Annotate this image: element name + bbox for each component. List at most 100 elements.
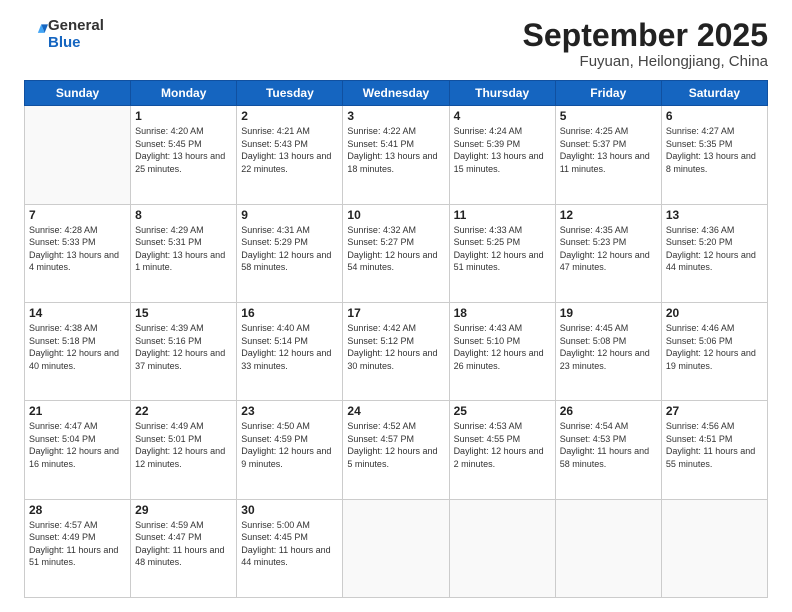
day-number: 24 <box>347 404 444 418</box>
day-info: Sunrise: 4:36 AM Sunset: 5:20 PM Dayligh… <box>666 224 763 274</box>
calendar-cell: 22 Sunrise: 4:49 AM Sunset: 5:01 PM Dayli… <box>131 401 237 499</box>
calendar-cell: 28Sunrise: 4:57 AM Sunset: 4:49 PM Dayli… <box>25 499 131 597</box>
day-info: Sunrise: 4:40 AM Sunset: 5:14 PM Dayligh… <box>241 322 338 372</box>
week-row-5: 28Sunrise: 4:57 AM Sunset: 4:49 PM Dayli… <box>25 499 768 597</box>
calendar-cell: 24 Sunrise: 4:52 AM Sunset: 4:57 PM Dayli… <box>343 401 449 499</box>
calendar-cell: 9 Sunrise: 4:31 AM Sunset: 5:29 PM Daylig… <box>237 204 343 302</box>
day-info: Sunrise: 4:50 AM Sunset: 4:59 PM Dayligh… <box>241 420 338 470</box>
day-number: 23 <box>241 404 338 418</box>
day-number: 5 <box>560 109 657 123</box>
day-info: Sunrise: 4:29 AM Sunset: 5:31 PM Dayligh… <box>135 224 232 274</box>
calendar-cell <box>343 499 449 597</box>
calendar-cell: 26 Sunrise: 4:54 AM Sunset: 4:53 PM Dayli… <box>555 401 661 499</box>
calendar-cell: 18 Sunrise: 4:43 AM Sunset: 5:10 PM Dayli… <box>449 302 555 400</box>
weekday-header-tuesday: Tuesday <box>237 81 343 106</box>
day-info: Sunrise: 4:47 AM Sunset: 5:04 PM Dayligh… <box>29 420 126 470</box>
logo: General Blue <box>24 18 104 51</box>
day-info: Sunrise: 4:35 AM Sunset: 5:23 PM Dayligh… <box>560 224 657 274</box>
calendar-cell: 16 Sunrise: 4:40 AM Sunset: 5:14 PM Dayli… <box>237 302 343 400</box>
calendar-cell: 10Sunrise: 4:32 AM Sunset: 5:27 PM Dayli… <box>343 204 449 302</box>
weekday-header-sunday: Sunday <box>25 81 131 106</box>
calendar-cell: 8 Sunrise: 4:29 AM Sunset: 5:31 PM Daylig… <box>131 204 237 302</box>
day-number: 1 <box>135 109 232 123</box>
week-row-3: 14 Sunrise: 4:38 AM Sunset: 5:18 PM Dayli… <box>25 302 768 400</box>
day-info: Sunrise: 4:27 AM Sunset: 5:35 PM Dayligh… <box>666 125 763 175</box>
day-number: 28 <box>29 503 126 517</box>
day-number: 7 <box>29 208 126 222</box>
weekday-header-monday: Monday <box>131 81 237 106</box>
day-info: Sunrise: 4:38 AM Sunset: 5:18 PM Dayligh… <box>29 322 126 372</box>
day-number: 6 <box>666 109 763 123</box>
calendar-cell <box>449 499 555 597</box>
logo-general: General Blue <box>48 18 104 51</box>
day-info: Sunrise: 4:25 AM Sunset: 5:37 PM Dayligh… <box>560 125 657 175</box>
day-number: 27 <box>666 404 763 418</box>
calendar-cell: 5 Sunrise: 4:25 AM Sunset: 5:37 PM Daylig… <box>555 106 661 204</box>
day-info: Sunrise: 4:22 AM Sunset: 5:41 PM Dayligh… <box>347 125 444 175</box>
calendar-cell: 23 Sunrise: 4:50 AM Sunset: 4:59 PM Dayli… <box>237 401 343 499</box>
day-info: Sunrise: 5:00 AM Sunset: 4:45 PM Dayligh… <box>241 519 338 569</box>
day-info: Sunrise: 4:49 AM Sunset: 5:01 PM Dayligh… <box>135 420 232 470</box>
day-number: 14 <box>29 306 126 320</box>
calendar-cell: 20 Sunrise: 4:46 AM Sunset: 5:06 PM Dayli… <box>661 302 767 400</box>
weekday-header-friday: Friday <box>555 81 661 106</box>
calendar-cell <box>661 499 767 597</box>
day-number: 30 <box>241 503 338 517</box>
day-number: 2 <box>241 109 338 123</box>
calendar-cell: 12 Sunrise: 4:35 AM Sunset: 5:23 PM Dayli… <box>555 204 661 302</box>
calendar-cell: 6 Sunrise: 4:27 AM Sunset: 5:35 PM Daylig… <box>661 106 767 204</box>
day-info: Sunrise: 4:52 AM Sunset: 4:57 PM Dayligh… <box>347 420 444 470</box>
title-block: September 2025 Fuyuan, Heilongjiang, Chi… <box>523 18 768 70</box>
day-info: Sunrise: 4:42 AM Sunset: 5:12 PM Dayligh… <box>347 322 444 372</box>
day-info: Sunrise: 4:24 AM Sunset: 5:39 PM Dayligh… <box>454 125 551 175</box>
day-number: 22 <box>135 404 232 418</box>
calendar-cell: 19 Sunrise: 4:45 AM Sunset: 5:08 PM Dayli… <box>555 302 661 400</box>
week-row-2: 7 Sunrise: 4:28 AM Sunset: 5:33 PM Daylig… <box>25 204 768 302</box>
day-number: 21 <box>29 404 126 418</box>
header: General Blue September 2025 Fuyuan, Heil… <box>24 18 768 70</box>
day-number: 26 <box>560 404 657 418</box>
day-info: Sunrise: 4:28 AM Sunset: 5:33 PM Dayligh… <box>29 224 126 274</box>
day-info: Sunrise: 4:32 AM Sunset: 5:27 PM Dayligh… <box>347 224 444 274</box>
day-number: 8 <box>135 208 232 222</box>
day-number: 16 <box>241 306 338 320</box>
calendar-cell: 3 Sunrise: 4:22 AM Sunset: 5:41 PM Daylig… <box>343 106 449 204</box>
day-info: Sunrise: 4:54 AM Sunset: 4:53 PM Dayligh… <box>560 420 657 470</box>
day-info: Sunrise: 4:31 AM Sunset: 5:29 PM Dayligh… <box>241 224 338 274</box>
calendar-cell: 25Sunrise: 4:53 AM Sunset: 4:55 PM Dayli… <box>449 401 555 499</box>
calendar-cell <box>25 106 131 204</box>
day-number: 13 <box>666 208 763 222</box>
weekday-header-row: SundayMondayTuesdayWednesdayThursdayFrid… <box>25 81 768 106</box>
day-number: 4 <box>454 109 551 123</box>
calendar-cell: 4 Sunrise: 4:24 AM Sunset: 5:39 PM Daylig… <box>449 106 555 204</box>
day-info: Sunrise: 4:45 AM Sunset: 5:08 PM Dayligh… <box>560 322 657 372</box>
day-info: Sunrise: 4:39 AM Sunset: 5:16 PM Dayligh… <box>135 322 232 372</box>
calendar-location: Fuyuan, Heilongjiang, China <box>523 53 768 70</box>
weekday-header-thursday: Thursday <box>449 81 555 106</box>
day-info: Sunrise: 4:56 AM Sunset: 4:51 PM Dayligh… <box>666 420 763 470</box>
day-info: Sunrise: 4:46 AM Sunset: 5:06 PM Dayligh… <box>666 322 763 372</box>
day-number: 19 <box>560 306 657 320</box>
day-number: 12 <box>560 208 657 222</box>
calendar-cell: 21 Sunrise: 4:47 AM Sunset: 5:04 PM Dayli… <box>25 401 131 499</box>
day-number: 20 <box>666 306 763 320</box>
day-number: 29 <box>135 503 232 517</box>
week-row-1: 1 Sunrise: 4:20 AM Sunset: 5:45 PM Daylig… <box>25 106 768 204</box>
day-info: Sunrise: 4:43 AM Sunset: 5:10 PM Dayligh… <box>454 322 551 372</box>
day-number: 9 <box>241 208 338 222</box>
day-number: 3 <box>347 109 444 123</box>
day-info: Sunrise: 4:33 AM Sunset: 5:25 PM Dayligh… <box>454 224 551 274</box>
calendar-title: September 2025 <box>523 18 768 53</box>
weekday-header-wednesday: Wednesday <box>343 81 449 106</box>
calendar-cell: 29Sunrise: 4:59 AM Sunset: 4:47 PM Dayli… <box>131 499 237 597</box>
calendar-cell: 13 Sunrise: 4:36 AM Sunset: 5:20 PM Dayli… <box>661 204 767 302</box>
calendar-cell: 30 Sunrise: 5:00 AM Sunset: 4:45 PM Dayli… <box>237 499 343 597</box>
week-row-4: 21 Sunrise: 4:47 AM Sunset: 5:04 PM Dayli… <box>25 401 768 499</box>
day-info: Sunrise: 4:20 AM Sunset: 5:45 PM Dayligh… <box>135 125 232 175</box>
calendar-cell: 17Sunrise: 4:42 AM Sunset: 5:12 PM Dayli… <box>343 302 449 400</box>
day-info: Sunrise: 4:21 AM Sunset: 5:43 PM Dayligh… <box>241 125 338 175</box>
day-number: 11 <box>454 208 551 222</box>
day-number: 18 <box>454 306 551 320</box>
page: General Blue September 2025 Fuyuan, Heil… <box>0 0 792 612</box>
logo-icon <box>26 21 48 43</box>
